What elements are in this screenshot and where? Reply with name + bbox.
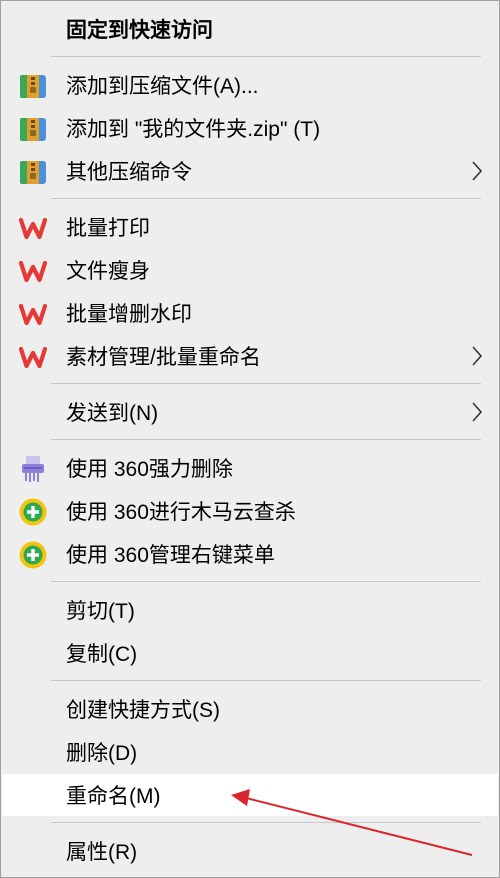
menu-item-label: 添加到压缩文件(A)... (66, 75, 259, 98)
menu-item-label: 属性(R) (66, 841, 138, 864)
menu-item-properties[interactable]: 属性(R) (2, 830, 498, 872)
menu-item-360-trojan-scan[interactable]: 使用 360进行木马云查杀 (2, 490, 498, 532)
menu-item-label: 重命名(M) (66, 785, 161, 808)
menu-item-rename[interactable]: 重命名(M) (2, 774, 498, 816)
menu-separator (51, 383, 481, 384)
chevron-right-icon (472, 402, 483, 422)
archive-icon (20, 118, 46, 141)
menu-separator (51, 822, 481, 823)
menu-item-batch-print[interactable]: 批量打印 (2, 206, 498, 248)
menu-item-360-context-menu[interactable]: 使用 360管理右键菜单 (2, 533, 498, 575)
menu-item-label: 使用 360强力删除 (66, 458, 233, 481)
menu-item-label: 使用 360管理右键菜单 (66, 544, 275, 567)
menu-item-pin-quick-access[interactable]: 固定到快速访问 (2, 8, 498, 50)
shredder-icon (22, 456, 44, 482)
menu-item-label: 剪切(T) (66, 600, 135, 623)
wps-icon (18, 260, 48, 283)
wps-icon (18, 346, 48, 369)
wps-icon (18, 303, 48, 326)
menu-separator (51, 680, 481, 681)
menu-separator (51, 198, 481, 199)
archive-icon (20, 161, 46, 184)
menu-item-label: 文件瘦身 (66, 260, 150, 283)
menu-item-label: 批量增删水印 (66, 303, 192, 326)
archive-icon (20, 75, 46, 98)
wps-icon (18, 217, 48, 240)
menu-item-create-shortcut[interactable]: 创建快捷方式(S) (2, 688, 498, 730)
chevron-right-icon (472, 346, 483, 366)
menu-item-cut[interactable]: 剪切(T) (2, 589, 498, 631)
menu-item-label: 其他压缩命令 (66, 161, 192, 184)
menu-separator (51, 56, 481, 57)
menu-item-label: 添加到 "我的文件夹.zip" (T) (66, 118, 321, 141)
menu-item-add-archive[interactable]: 添加到压缩文件(A)... (2, 64, 498, 106)
menu-item-add-zip[interactable]: 添加到 "我的文件夹.zip" (T) (2, 107, 498, 149)
menu-separator (51, 581, 481, 582)
context-menu: 固定到快速访问 添加到压缩文件(A)... 添加到 "我的文件夹.zip" (T… (0, 0, 500, 878)
menu-item-batch-watermark[interactable]: 批量增删水印 (2, 292, 498, 334)
menu-item-360-force-delete[interactable]: 使用 360强力删除 (2, 447, 498, 489)
menu-item-copy[interactable]: 复制(C) (2, 632, 498, 674)
menu-item-label: 发送到(N) (66, 402, 159, 425)
menu-item-file-slim[interactable]: 文件瘦身 (2, 249, 498, 291)
360-shield-icon (19, 541, 47, 569)
chevron-right-icon (472, 161, 483, 181)
menu-item-material-rename[interactable]: 素材管理/批量重命名 (2, 335, 498, 377)
menu-item-other-compress[interactable]: 其他压缩命令 (2, 150, 498, 192)
menu-item-label: 素材管理/批量重命名 (66, 346, 261, 369)
360-shield-icon (19, 498, 47, 526)
menu-item-delete[interactable]: 删除(D) (2, 731, 498, 773)
menu-item-label: 复制(C) (66, 643, 138, 666)
menu-item-send-to[interactable]: 发送到(N) (2, 391, 498, 433)
menu-item-label: 固定到快速访问 (66, 19, 213, 42)
menu-item-label: 批量打印 (66, 217, 150, 240)
menu-separator (51, 439, 481, 440)
menu-item-label: 创建快捷方式(S) (66, 699, 220, 722)
menu-item-label: 使用 360进行木马云查杀 (66, 501, 296, 524)
menu-item-label: 删除(D) (66, 742, 138, 765)
